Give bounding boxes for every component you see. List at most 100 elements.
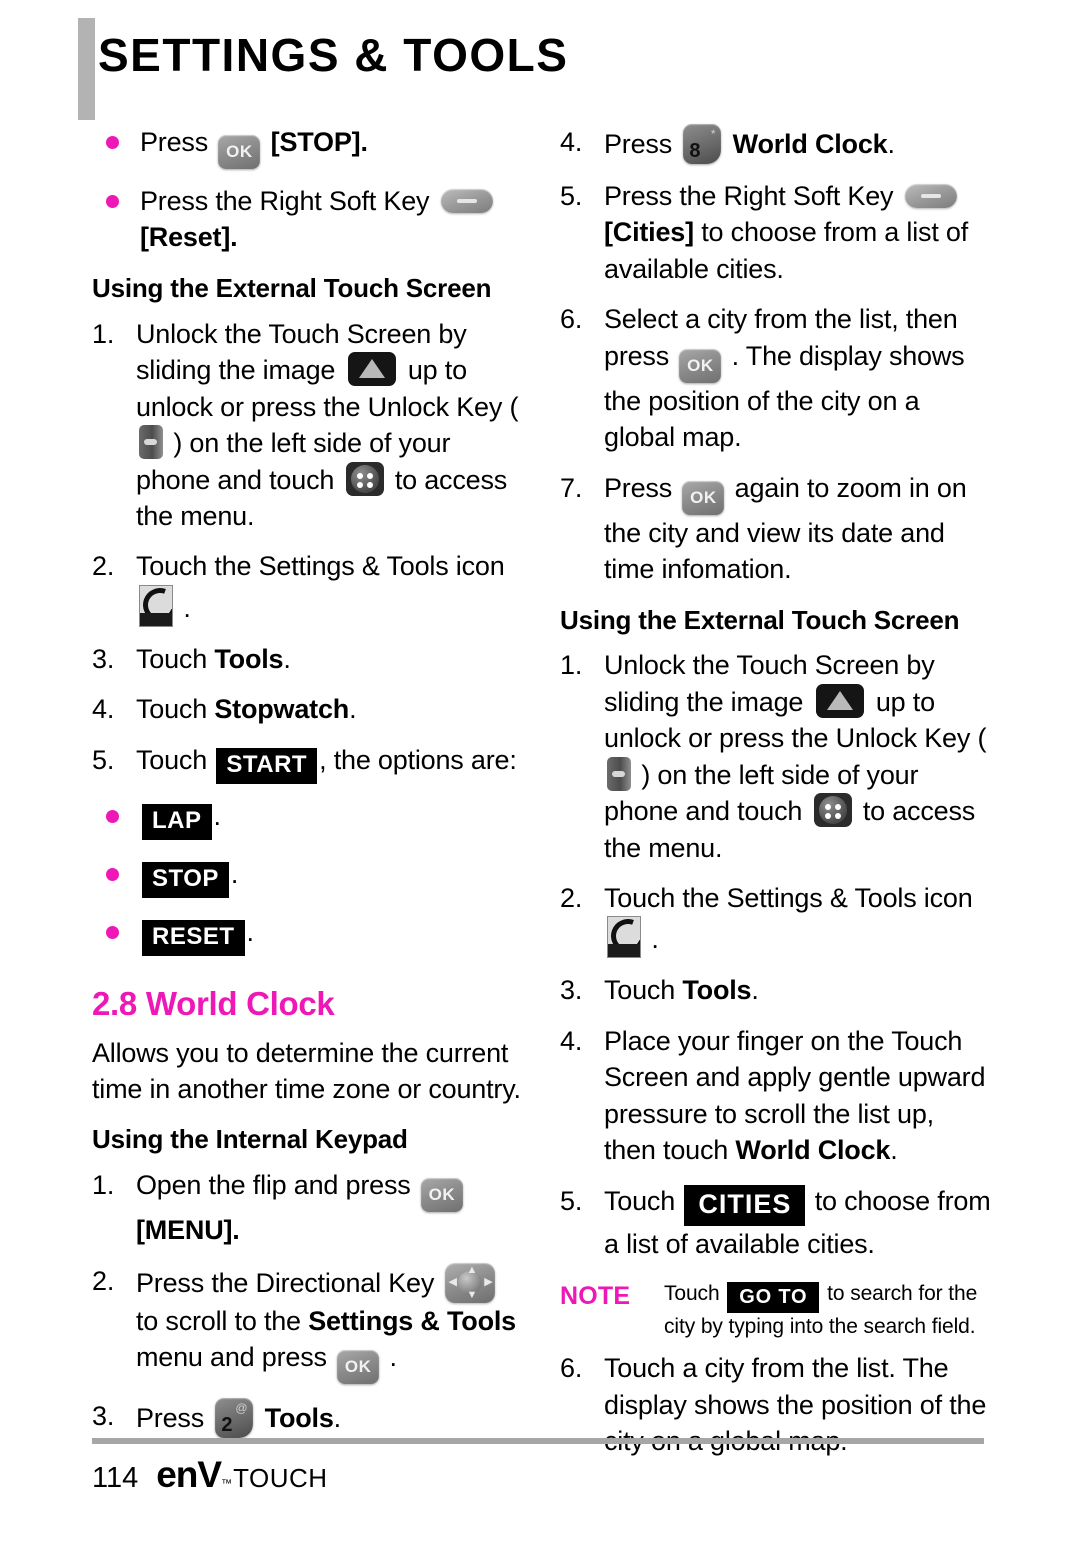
unlock-key-icon (607, 756, 631, 791)
step-text-b: . (183, 592, 191, 623)
step-number: 6. (560, 1353, 583, 1384)
settings-tools-icon (139, 584, 173, 627)
right-soft-key-icon (904, 184, 957, 208)
left-column: Press OK [STOP]. Press the Right Soft Ke… (92, 124, 524, 1452)
option-lap: LAP. (92, 798, 524, 840)
page-number: 114 (92, 1462, 139, 1494)
step-text-bold: Stopwatch (214, 694, 350, 725)
bullet-dot-icon (106, 925, 119, 939)
right-soft-key-icon (440, 189, 493, 213)
number-key-digit: 8 (689, 140, 701, 162)
ext-step-4-scroll-to-world-clock: 4. Place your finger on the Touch Screen… (560, 1023, 992, 1169)
number-key-8-icon: 8 * (683, 124, 722, 164)
logo-touch-text: TOUCH (233, 1463, 328, 1493)
step-text-c: . (349, 694, 357, 725)
lap-button[interactable]: LAP (142, 803, 212, 840)
chapter-heading-world-clock: 2.8 World Clock (92, 984, 335, 1022)
menu-dots-icon (345, 461, 384, 496)
step-text-bold: World Clock (735, 1135, 891, 1166)
page-title: SETTINGS & TOOLS (98, 29, 569, 81)
footer-divider (92, 1438, 984, 1444)
ext-step-1-unlock-touch-screen: 1. Unlock the Touch Screen by sliding th… (560, 647, 992, 866)
ext-step-5-touch-cities: 5. Touch CITIES to choose from a list of… (560, 1183, 992, 1262)
step-number: 1. (92, 318, 115, 349)
step-text-a: Press (604, 129, 673, 159)
bullet-press-ok-stop: Press OK [STOP]. (92, 124, 524, 169)
start-button[interactable]: START (216, 747, 318, 784)
step-1-unlock-touch-screen: 1. Unlock the Touch Screen by sliding th… (92, 316, 524, 535)
ok-key-icon: OK (218, 135, 261, 169)
option-stop: STOP. (92, 856, 524, 898)
step-text-a: Open the flip and press (136, 1170, 411, 1201)
heading-using-external-touch-screen: Using the External Touch Screen (560, 604, 960, 635)
bullet-press-right-soft-key-reset: Press the Right Soft Key [Reset]. (92, 183, 524, 256)
step-4-touch-stopwatch: 4. Touch Stopwatch. (92, 691, 524, 727)
step-text-a: Touch (604, 975, 683, 1006)
step-number: 4. (560, 127, 583, 157)
number-key-digit: 2 (221, 1414, 233, 1437)
step-text-a: Touch the Settings & Tools icon (604, 883, 973, 914)
step-number: 1. (92, 1170, 115, 1201)
ok-key-icon: OK (420, 1178, 463, 1213)
step-number: 3. (92, 643, 115, 674)
unlock-arrow-icon (815, 683, 864, 718)
bullet-dot-icon (106, 867, 119, 881)
option-period: . (246, 916, 255, 947)
note-block: NOTE Touch GO TO to search for the city … (560, 1280, 992, 1340)
step-text-b: . (333, 1403, 342, 1434)
option-period: . (213, 800, 222, 831)
step-number: 7. (560, 472, 583, 503)
step-number: 5. (560, 1185, 583, 1216)
step-text-a: Touch (136, 694, 215, 725)
step-number: 2. (92, 551, 115, 582)
note-text-a: Touch (664, 1282, 720, 1306)
step-text-a: Touch (136, 643, 215, 674)
step-number: 3. (92, 1401, 115, 1432)
keypad-step-3-press-tools: 3. Press 2 @ Tools. (92, 1398, 524, 1439)
page-footer: 114 enV ™ TOUCH (92, 1438, 992, 1493)
stop-button[interactable]: STOP (142, 861, 229, 898)
step-5-right-soft-key-cities: 5. Press the Right Soft Key [Cities] to … (560, 178, 992, 287)
step-text-b: , the options are: (319, 744, 517, 775)
bullet-dot-icon (106, 809, 119, 823)
ok-key-icon: OK (682, 480, 725, 515)
step-3-touch-tools: 3. Touch Tools. (92, 641, 524, 677)
option-reset: RESET. (92, 914, 524, 956)
ok-key-icon: OK (679, 348, 722, 383)
chapter-intro-paragraph: Allows you to determine the current time… (92, 1038, 521, 1104)
manual-page: SETTINGS & TOOLS Press OK [STOP]. Press … (0, 0, 1080, 1552)
number-key-2-icon: 2 @ (215, 1398, 254, 1439)
step-text-b: . (751, 975, 759, 1006)
bullet-dot-icon (106, 136, 119, 149)
reset-button[interactable]: RESET (142, 919, 245, 956)
step-text-bold: [Cities] (604, 217, 694, 248)
go-to-button[interactable]: GO TO (727, 1282, 820, 1314)
bullet-text-pre: Press the Right Soft Key (140, 186, 430, 216)
step-number: 1. (560, 650, 583, 681)
step-number: 2. (560, 883, 583, 914)
step-text-a: Touch (604, 1185, 676, 1216)
unlock-key-icon (139, 425, 163, 460)
heading-using-internal-keypad: Using the Internal Keypad (92, 1124, 408, 1155)
step-4-press-world-clock: 4. Press 8 * World Clock. (560, 124, 992, 164)
step-text-a: Press (136, 1403, 205, 1434)
number-key-superscript: @ (235, 1401, 248, 1416)
step-text-c: menu and press (136, 1342, 327, 1373)
bullet-text-post: [STOP]. (270, 127, 368, 157)
cities-button[interactable]: CITIES (684, 1184, 806, 1226)
step-text-d: . (389, 1342, 397, 1373)
env-touch-logo: enV ™ TOUCH (156, 1456, 327, 1493)
step-text-b: [MENU]. (136, 1215, 240, 1246)
step-text-b: to scroll to the (136, 1305, 309, 1336)
keypad-step-1-open-flip: 1. Open the flip and press OK [MENU]. (92, 1167, 524, 1248)
step-number: 5. (560, 181, 583, 211)
step-text-bold: Settings & Tools (308, 1305, 516, 1336)
settings-tools-icon (607, 916, 641, 959)
step-5-touch-start: 5. Touch START, the options are: (92, 742, 524, 784)
logo-trademark: ™ (221, 1478, 233, 1490)
step-text-a: Touch the Settings & Tools icon (136, 551, 505, 582)
header-accent-bar (78, 18, 95, 120)
ext-step-2-touch-settings-tools-icon: 2. Touch the Settings & Tools icon . (560, 880, 992, 959)
step-text-b: . (887, 129, 895, 159)
ok-key-icon: OK (337, 1350, 380, 1385)
